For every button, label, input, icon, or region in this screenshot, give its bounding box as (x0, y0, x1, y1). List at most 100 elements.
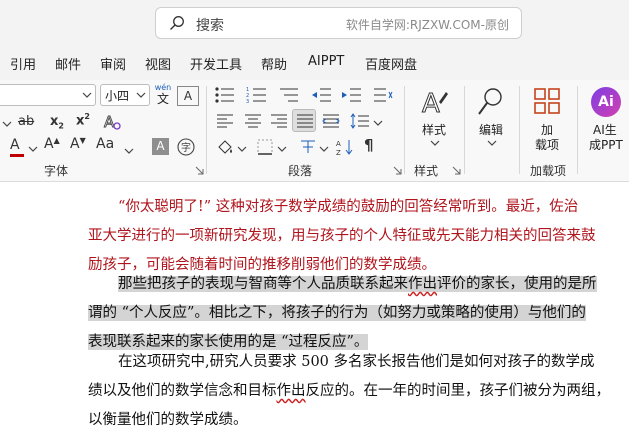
character-border-button[interactable]: A (177, 86, 199, 106)
tab-aippt[interactable]: AIPPT (308, 54, 344, 69)
group-separator (206, 86, 207, 174)
dialog-launcher-icon[interactable] (195, 166, 204, 175)
clear-formatting-icon[interactable]: A▲ (44, 137, 60, 152)
paragraph-2-line-2: 谓的 “个人反应”。相比之下，将孩子的行为（如努力或策略的使用）与他们的 (88, 299, 586, 328)
paragraph-group-label: 段落 (288, 164, 313, 178)
tab-review[interactable]: 审阅 (100, 54, 126, 73)
dialog-launcher-icon[interactable] (393, 166, 402, 175)
borders-icon[interactable] (256, 138, 274, 156)
align-left-icon[interactable] (216, 113, 234, 129)
search-icon (170, 16, 184, 30)
chinese-layout-icon[interactable] (372, 86, 394, 104)
chevron-down-icon[interactable] (277, 144, 287, 154)
paragraph-3-line-2-a: 绩以及他们的数学信念和目标 (88, 383, 277, 399)
svg-text:Z: Z (336, 149, 341, 156)
group-separator (519, 86, 520, 174)
paragraph-3-line-3: 以衡量他们的数学成绩。 (88, 412, 248, 428)
styles-icon: A (422, 89, 448, 118)
paragraph-3-line-1: 在这项研究中,研究人员要求 500 多名家长报告他们是如何对孩子的数学成 (118, 354, 595, 370)
paragraph-1-line-2: 亚大学进行的一项新研究发现，用与孩子的个人特征或先天能力相关的回答来鼓 (88, 228, 596, 244)
search-box[interactable]: 搜索 软件自学网:RJZXW.COM-原创 (155, 7, 522, 39)
dialog-launcher-icon[interactable] (452, 166, 461, 175)
increase-indent-icon[interactable] (340, 86, 362, 104)
change-case-icon[interactable]: Aa (96, 137, 114, 151)
svg-text:字: 字 (181, 141, 191, 154)
ai-logo-text: Ai (598, 94, 614, 110)
edit-button-label: 编辑 (479, 123, 504, 137)
chevron-down-icon (430, 140, 440, 146)
font-color-icon[interactable]: A (10, 138, 20, 152)
spelling-flag-word[interactable]: 作出 (408, 276, 437, 292)
bullets-icon[interactable] (214, 86, 236, 104)
group-separator (577, 86, 578, 174)
chevron-down-icon[interactable] (319, 144, 329, 154)
phonetic-guide-button[interactable]: wén 文 (152, 83, 174, 106)
chevron-down-icon[interactable] (373, 118, 383, 128)
font-size-value: 小四 (105, 89, 130, 103)
phonetic-guide-bottom: 文 (156, 92, 169, 106)
watermark-text: 软件自学网:RJZXW.COM-原创 (345, 18, 509, 32)
paragraph-2-line-1-b: 评价的家长，使用的是所 (437, 276, 597, 292)
ribbon-tabs: 引用 邮件 审阅 视图 开发工具 帮助 AIPPT 百度网盘 (0, 46, 629, 80)
chevron-down-icon[interactable] (124, 146, 134, 156)
spelling-flag-word[interactable]: 作出 (277, 383, 306, 399)
tab-mailings[interactable]: 邮件 (55, 54, 81, 73)
shrink-font-icon[interactable]: A▼ (70, 137, 86, 152)
addins-group-label: 加载项 (530, 164, 567, 178)
chevron-down-icon[interactable] (28, 144, 38, 154)
svg-text:A: A (336, 140, 341, 148)
decrease-indent-icon[interactable] (310, 86, 332, 104)
shading-icon[interactable] (216, 138, 234, 156)
paragraph-1: “你太聪明了!” 这种对孩子数学成绩的鼓励的回答经常听到。最近，佐治 亚大学进行… (88, 193, 596, 280)
chevron-down-icon[interactable] (2, 119, 12, 129)
chevron-down-icon[interactable] (237, 144, 247, 154)
tab-view[interactable]: 视图 (145, 54, 171, 73)
paragraph-3-line-2: 绩以及他们的数学信念和目标作出反应的。在一年的时间里，孩子们被分为两组， (88, 377, 610, 406)
multilevel-list-icon[interactable] (278, 86, 300, 104)
strikethrough-icon[interactable]: ab (18, 115, 34, 128)
sort-icon[interactable]: AZ (336, 138, 354, 156)
character-shading-label: A (156, 139, 165, 153)
justify-button-selected[interactable] (292, 109, 316, 132)
group-separator (404, 86, 405, 174)
ai-logo-icon: Ai (591, 87, 621, 117)
paragraph-2-line-1: 那些把孩子的表现与智商等个人品质联系起来作出评价的家长，使用的是所 (88, 270, 597, 299)
subscript-icon[interactable]: x2 (50, 115, 64, 131)
tab-baidu-netdisk[interactable]: 百度网盘 (365, 54, 417, 73)
align-right-icon[interactable] (270, 113, 288, 129)
tab-developer[interactable]: 开发工具 (190, 54, 242, 73)
document-page[interactable]: “你太聪明了!” 这种对孩子数学成绩的鼓励的回答经常听到。最近，佐治 亚大学进行… (0, 183, 629, 431)
paragraph-3: 在这项研究中,研究人员要求 500 多名家长报告他们是如何对孩子的数学成 绩以及… (88, 348, 610, 431)
tab-help[interactable]: 帮助 (261, 54, 287, 73)
paragraph-3-line-2-b: 反应的。在一年的时间里，孩子们被分为两组， (305, 383, 611, 399)
superscript-icon[interactable]: x2 (76, 113, 90, 128)
styles-button-label: 样式 (422, 123, 447, 137)
addins-label-line2: 载项 (535, 138, 560, 152)
line-spacing-icon[interactable] (350, 113, 370, 129)
phonetic-guide-top: wén (154, 83, 172, 92)
show-formatting-marks-icon[interactable]: ¶ (364, 138, 374, 153)
paragraph-2-line-1-a: 那些把孩子的表现与智商等个人品质联系起来 (118, 276, 408, 292)
align-center-icon[interactable] (244, 113, 262, 129)
search-placeholder: 搜索 (196, 18, 224, 34)
asian-typography-icon[interactable] (298, 138, 318, 156)
font-size-combo[interactable]: 小四 (100, 84, 150, 106)
paragraph-1-line-1: “你太聪明了!” 这种对孩子数学成绩的鼓励的回答经常听到。最近，佐治 (118, 199, 579, 215)
enclose-characters-icon[interactable]: 字 (176, 137, 196, 157)
text-effects-icon[interactable]: A (102, 112, 122, 132)
paragraph-2-line-2-text: 谓的 “个人反应”。相比之下，将孩子的行为（如努力或策略的使用）与他们的 (88, 305, 586, 321)
chevron-down-icon (136, 92, 146, 98)
character-shading-icon[interactable]: A (152, 138, 169, 155)
distributed-icon[interactable] (322, 113, 340, 129)
chevron-down-icon (487, 140, 497, 146)
svg-text:A: A (422, 89, 440, 118)
font-color-bar (10, 154, 24, 157)
justify-icon (297, 114, 313, 128)
font-name-combo[interactable] (0, 84, 96, 106)
numbering-icon[interactable]: 1 2 3 (246, 86, 268, 104)
styles-group-label: 样式 (414, 164, 439, 178)
svg-text:3: 3 (246, 99, 249, 104)
font-group-label: 字体 (44, 164, 69, 178)
tab-references[interactable]: 引用 (10, 54, 36, 73)
paragraph-2-selected: 那些把孩子的表现与智商等个人品质联系起来作出评价的家长，使用的是所 谓的 “个人… (88, 270, 597, 357)
